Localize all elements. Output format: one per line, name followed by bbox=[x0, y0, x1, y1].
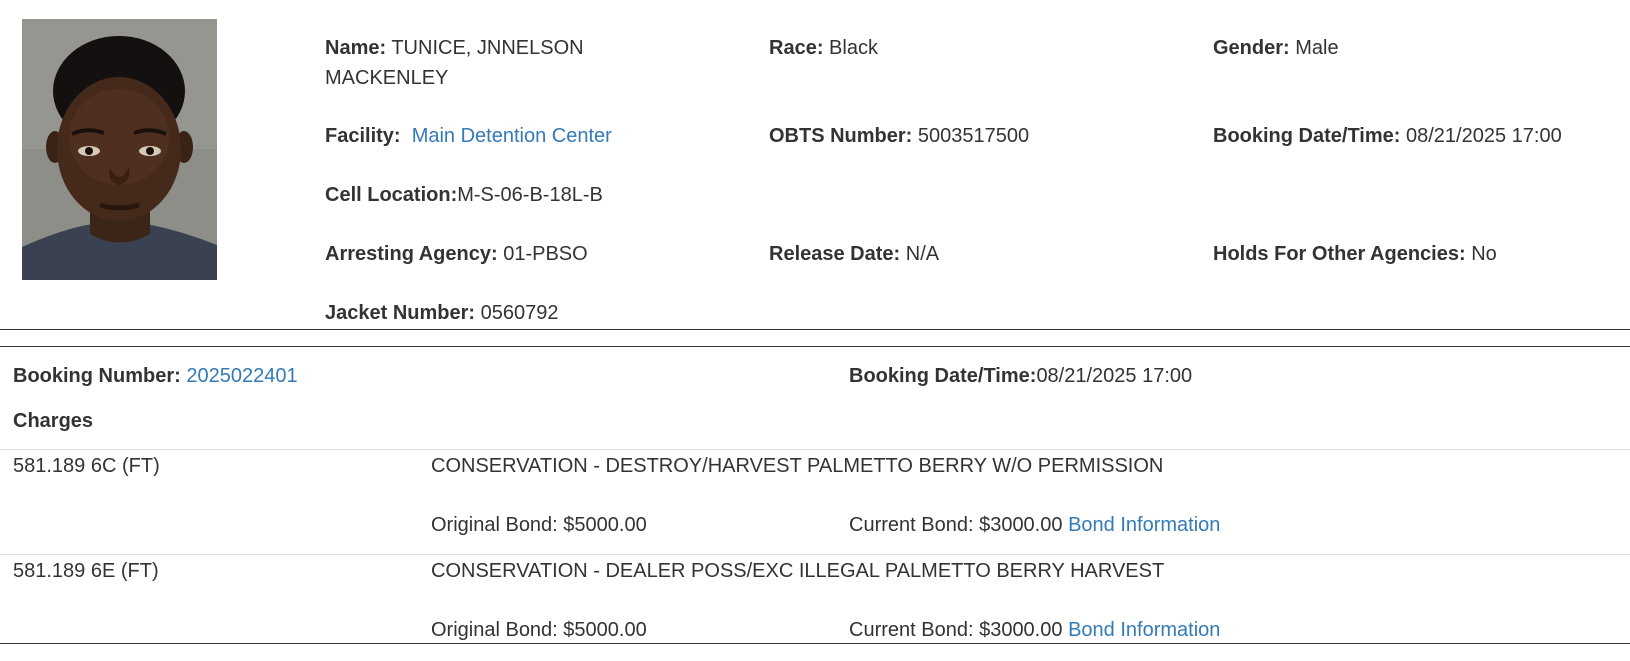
section-divider bbox=[0, 643, 1630, 644]
facility-link[interactable]: Main Detention Center bbox=[412, 125, 612, 147]
booking-datetime-field: Booking Date/Time: 08/21/2025 17:00 bbox=[1213, 125, 1562, 148]
obts-label: OBTS Number: bbox=[769, 125, 913, 147]
booking-datetime-label: Booking Date/Time: bbox=[1213, 125, 1401, 147]
booking-number-field: Booking Number: 2025022401 bbox=[13, 365, 298, 388]
booking-number-link[interactable]: 2025022401 bbox=[186, 365, 297, 387]
charge-code: 581.189 6C (FT) bbox=[13, 455, 160, 477]
booking-datetime-label: Booking Date/Time: bbox=[849, 365, 1037, 387]
cell-location-field: Cell Location:M-S-06-B-18L-B bbox=[325, 184, 603, 207]
inmate-photo bbox=[22, 19, 217, 280]
jacket-number-label: Jacket Number: bbox=[325, 302, 476, 324]
jacket-number-value: 0560792 bbox=[480, 302, 559, 324]
charges-divider bbox=[0, 449, 1630, 450]
original-bond: Original Bond: $5000.00 bbox=[431, 514, 647, 536]
section-divider bbox=[0, 329, 1630, 330]
arresting-agency-label: Arresting Agency: bbox=[325, 243, 498, 265]
current-bond-field: Current Bond: $3000.00 Bond Information bbox=[849, 514, 1220, 537]
current-bond-field: Current Bond: $3000.00 Bond Information bbox=[849, 619, 1220, 642]
release-date-field: Release Date: N/A bbox=[769, 243, 939, 266]
obts-field: OBTS Number: 5003517500 bbox=[769, 125, 1029, 148]
race-label: Race: bbox=[769, 37, 824, 59]
arresting-agency-value: 01-PBSO bbox=[503, 243, 588, 265]
jacket-number-field: Jacket Number: 0560792 bbox=[325, 302, 559, 325]
release-date-value: N/A bbox=[905, 243, 940, 265]
current-bond: Current Bond: $3000.00 bbox=[849, 619, 1063, 641]
booking-number-label: Booking Number: bbox=[13, 365, 181, 387]
section-divider bbox=[0, 346, 1630, 347]
gender-value: Male bbox=[1295, 37, 1339, 59]
name-label: Name: bbox=[325, 37, 387, 59]
gender-field: Gender: Male bbox=[1213, 37, 1339, 60]
charge-code: 581.189 6E (FT) bbox=[13, 560, 159, 582]
charges-heading: Charges bbox=[13, 410, 94, 432]
facility-field: Facility: Main Detention Center bbox=[325, 125, 612, 148]
cell-location-label: Cell Location: bbox=[325, 184, 458, 206]
bond-information-link[interactable]: Bond Information bbox=[1068, 514, 1220, 536]
holds-field: Holds For Other Agencies: No bbox=[1213, 243, 1497, 266]
cell-location-value: M-S-06-B-18L-B bbox=[457, 184, 603, 206]
facility-label: Facility: bbox=[325, 125, 401, 147]
charge-description: CONSERVATION - DEALER POSS/EXC ILLEGAL P… bbox=[431, 560, 1165, 582]
booking-datetime-value: 08/21/2025 17:00 bbox=[1406, 125, 1562, 147]
race-field: Race: Black bbox=[769, 37, 878, 60]
original-bond: Original Bond: $5000.00 bbox=[431, 619, 647, 641]
release-date-label: Release Date: bbox=[769, 243, 901, 265]
holds-value: No bbox=[1471, 243, 1497, 265]
obts-value: 5003517500 bbox=[917, 125, 1030, 147]
charge-description: CONSERVATION - DESTROY/HARVEST PALMETTO … bbox=[431, 455, 1164, 477]
bond-information-link[interactable]: Bond Information bbox=[1068, 619, 1220, 641]
booking-datetime-field: Booking Date/Time:08/21/2025 17:00 bbox=[849, 365, 1192, 388]
gender-label: Gender: bbox=[1213, 37, 1290, 59]
arresting-agency-field: Arresting Agency: 01-PBSO bbox=[325, 243, 588, 266]
race-value: Black bbox=[829, 37, 878, 59]
booking-datetime-value: 08/21/2025 17:00 bbox=[1036, 365, 1193, 387]
charge-row-divider bbox=[0, 554, 1630, 555]
holds-label: Holds For Other Agencies: bbox=[1213, 243, 1466, 265]
name-field: Name: TUNICE, JNNELSON MACKENLEY bbox=[325, 33, 655, 93]
current-bond: Current Bond: $3000.00 bbox=[849, 514, 1063, 536]
